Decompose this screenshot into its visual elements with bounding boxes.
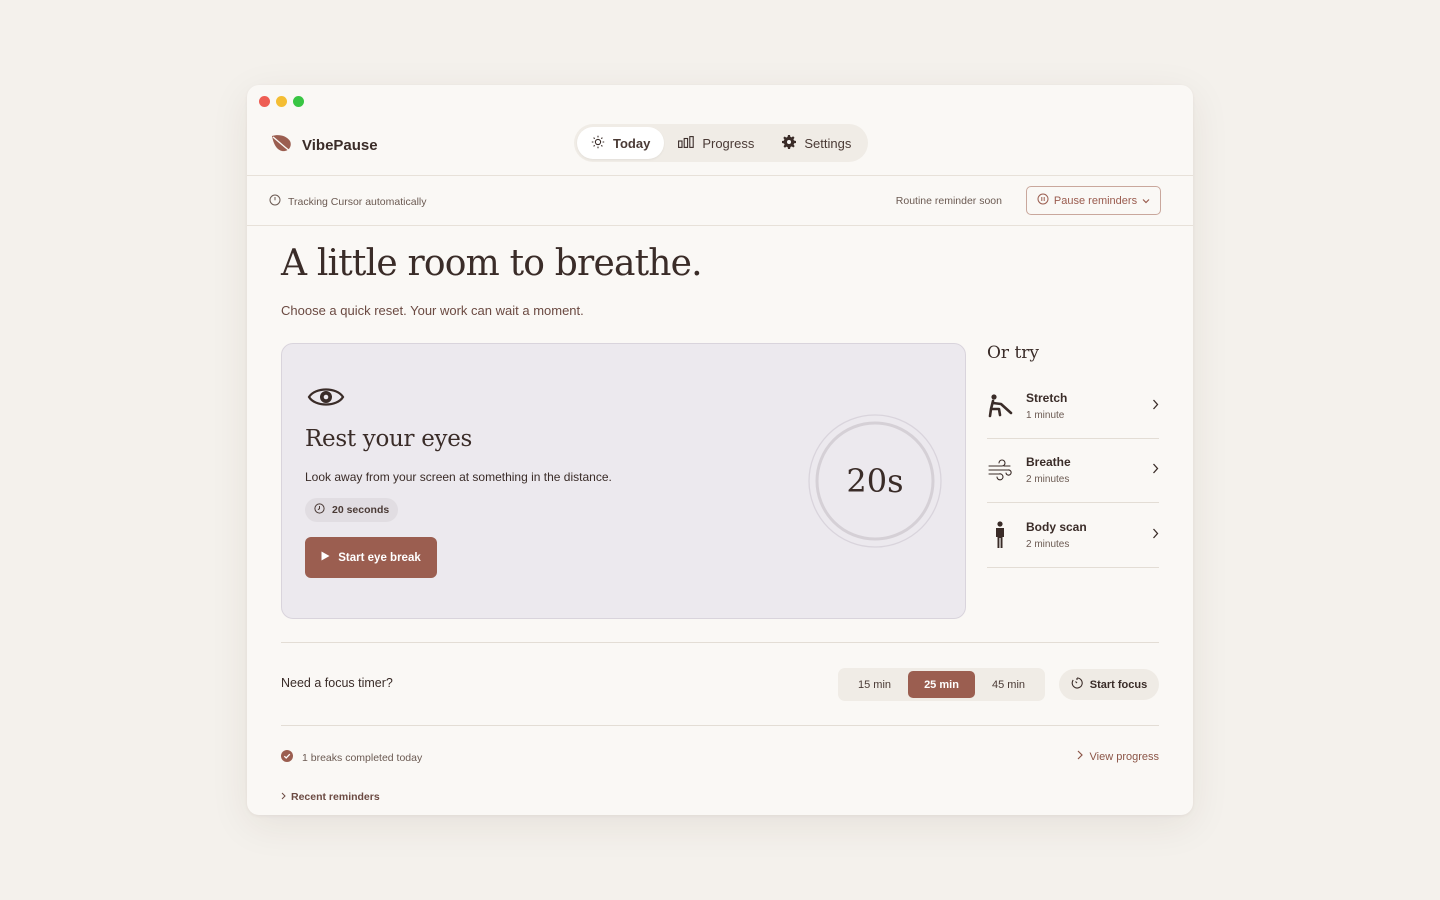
chevron-right-icon [1077,750,1083,763]
eye-break-title: Rest your eyes [305,426,473,452]
countdown-value: 20s [846,462,904,500]
header-divider [247,175,1193,176]
leaf-icon [270,133,293,158]
window-controls [259,96,304,107]
wind-icon [987,459,1026,481]
clock-icon [314,503,325,517]
close-window-button[interactable] [259,96,270,107]
status-divider [247,225,1193,226]
section-divider [281,725,1159,726]
alternative-stretch[interactable]: Stretch 1 minute [987,374,1159,439]
person-icon [987,521,1026,549]
tracking-status-text: Tracking Cursor automatically [288,195,427,208]
start-focus-button[interactable]: Start focus [1059,669,1159,700]
focus-option-25[interactable]: 25 min [908,671,975,698]
stretch-icon [987,393,1026,419]
alternatives-list: Stretch 1 minute Breathe 2 minutes Body … [987,374,1159,568]
focus-option-45[interactable]: 45 min [975,671,1042,698]
chevron-right-icon [281,791,286,803]
alternative-body-scan[interactable]: Body scan 2 minutes [987,503,1159,568]
chevron-down-icon [1142,195,1150,207]
tracking-status: Tracking Cursor automatically [269,194,427,209]
page-subtitle: Choose a quick reset. Your work can wait… [281,303,584,318]
view-progress-link[interactable]: View progress [1077,750,1160,763]
bar-chart-icon [678,135,695,151]
chevron-right-icon [1152,526,1159,544]
brand: VibePause [270,133,378,158]
eye-break-description: Look away from your screen at something … [305,470,612,484]
clock-icon [269,194,281,209]
check-circle-icon [281,750,293,765]
alternatives-heading: Or try [987,343,1040,363]
alternative-body-scan-duration: 2 minutes [1026,538,1070,550]
gear-icon [782,134,797,152]
duration-chip-label: 20 seconds [332,504,390,516]
chevron-right-icon [1152,461,1159,479]
start-eye-break-button[interactable]: Start eye break [305,537,437,578]
alternative-body-scan-name: Body scan [1026,519,1087,534]
tab-progress[interactable]: Progress [664,127,768,159]
play-icon [321,551,330,564]
focus-timer-label: Need a focus timer? [281,676,393,690]
tab-progress-label: Progress [702,135,755,151]
recent-reminders-toggle[interactable]: Recent reminders [281,791,380,803]
start-focus-label: Start focus [1089,678,1148,691]
duration-chip: 20 seconds [305,498,399,522]
app-name: VibePause [302,137,378,154]
alternative-stretch-name: Stretch [1026,390,1068,405]
pause-icon [1037,193,1049,208]
pause-reminders-label: Pause reminders [1053,194,1138,207]
tab-today[interactable]: Today [577,127,665,159]
zoom-window-button[interactable] [293,96,304,107]
eye-break-card: Rest your eyes Look away from your scree… [281,343,966,619]
app-window: VibePause Today Progress Settings Tracki… [247,85,1193,815]
tab-settings-label: Settings [804,135,852,151]
alternative-stretch-duration: 1 minute [1026,409,1065,421]
minimize-window-button[interactable] [276,96,287,107]
section-divider [281,642,1159,643]
start-eye-break-label: Start eye break [338,551,421,564]
alternative-breathe[interactable]: Breathe 2 minutes [987,439,1159,503]
chevron-right-icon [1152,397,1159,415]
tab-today-label: Today [613,135,651,151]
alternative-breathe-duration: 2 minutes [1026,474,1070,486]
page-title: A little room to breathe. [281,243,703,284]
reminder-status: Routine reminder soon [895,195,1002,207]
pause-reminders-button[interactable]: Pause reminders [1026,186,1161,215]
recent-reminders-label: Recent reminders [291,791,380,803]
focus-duration-selector: 15 min 25 min 45 min [838,668,1045,701]
tab-settings[interactable]: Settings [768,127,865,159]
eye-icon [307,384,345,415]
focus-option-15[interactable]: 15 min [841,671,908,698]
breaks-summary: 1 breaks completed today [281,750,422,765]
sun-icon [591,135,605,152]
view-progress-label: View progress [1089,750,1160,763]
timer-icon [1071,677,1083,692]
breaks-summary-text: 1 breaks completed today [302,751,423,764]
alternative-breathe-name: Breathe [1026,455,1071,470]
main-nav: Today Progress Settings [574,124,869,162]
